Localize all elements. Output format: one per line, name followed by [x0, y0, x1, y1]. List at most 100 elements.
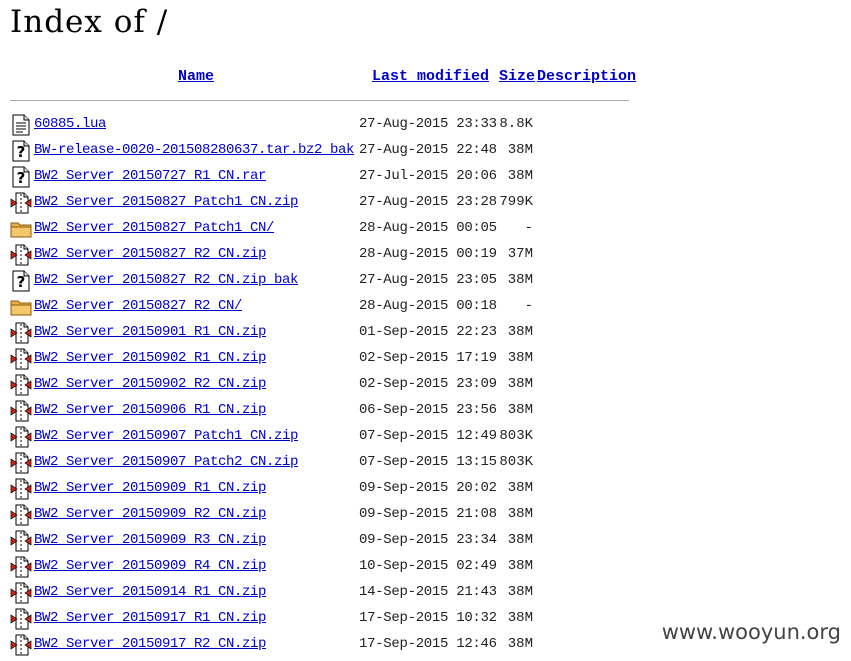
sort-by-description-link[interactable]: Description: [537, 68, 636, 85]
last-modified: 28-Aug-2015 00:05: [359, 220, 497, 236]
file-link[interactable]: BW2_Server_20150909_R3_CN.zip: [34, 532, 266, 548]
file-size: 38M: [507, 636, 533, 652]
file-link[interactable]: BW2_Server_20150917_R1_CN.zip: [34, 610, 266, 626]
last-modified: 10-Sep-2015 02:49: [359, 558, 497, 574]
compressed-file-icon: [10, 400, 32, 422]
text-file-icon: [10, 114, 32, 136]
svg-text:?: ?: [17, 169, 26, 187]
list-item: BW2_Server_20150909_R1_CN.zip 09-Sep-2015…: [0, 477, 640, 503]
file-link[interactable]: BW2_Server_20150902_R2_CN.zip: [34, 376, 266, 392]
last-modified: 28-Aug-2015 00:18: [359, 298, 497, 314]
file-size: 38M: [507, 402, 533, 418]
last-modified: 14-Sep-2015 21:43: [359, 584, 497, 600]
unknown-file-icon: ?: [10, 140, 32, 162]
file-link[interactable]: BW2_Server_20150909_R4_CN.zip: [34, 558, 266, 574]
file-link[interactable]: BW2_Server_20150827_Patch1_CN.zip: [34, 194, 298, 210]
last-modified: 01-Sep-2015 22:23: [359, 324, 497, 340]
unknown-file-icon: ?: [10, 166, 32, 188]
header-divider: [10, 100, 629, 101]
file-size: 38M: [507, 324, 533, 340]
file-size: 38M: [507, 610, 533, 626]
file-size: -: [524, 298, 533, 314]
file-size: 37M: [507, 246, 533, 262]
list-item: ? BW2_Server_20150827_R2_CN.zip_bak 27-Aug…: [0, 269, 640, 295]
last-modified: 27-Aug-2015 23:28: [359, 194, 497, 210]
list-item: BW2_Server_20150827_Patch1_CN/28-Aug-201…: [0, 217, 640, 243]
file-size: 38M: [507, 350, 533, 366]
list-item: BW2_Server_20150827_R2_CN/28-Aug-2015 00…: [0, 295, 640, 321]
file-link[interactable]: BW2_Server_20150914_R1_CN.zip: [34, 584, 266, 600]
list-item: BW2_Server_20150902_R1_CN.zip 02-Sep-2015…: [0, 347, 640, 373]
file-size: 38M: [507, 532, 533, 548]
file-size: 803K: [499, 454, 533, 470]
sort-by-name-link[interactable]: Name: [178, 68, 214, 85]
folder-icon: [10, 296, 32, 318]
file-size: 8.8K: [499, 116, 533, 132]
file-link[interactable]: 60885.lua: [34, 116, 106, 132]
file-link[interactable]: BW2_Server_20150827_Patch1_CN/: [34, 220, 274, 236]
svg-text:?: ?: [17, 273, 26, 291]
file-link[interactable]: BW2_Server_20150909_R1_CN.zip: [34, 480, 266, 496]
list-item: BW2_Server_20150906_R1_CN.zip 06-Sep-2015…: [0, 399, 640, 425]
list-item: ? BW2_Server_20150727_R1_CN.rar 27-Jul-201…: [0, 165, 640, 191]
file-link[interactable]: BW2_Server_20150827_R2_CN.zip: [34, 246, 266, 262]
last-modified: 07-Sep-2015 13:15: [359, 454, 497, 470]
list-item: BW2_Server_20150827_Patch1_CN.zip 27-Aug-…: [0, 191, 640, 217]
compressed-file-icon: [10, 348, 32, 370]
page-title: Index of /: [10, 4, 169, 40]
last-modified: 09-Sep-2015 23:34: [359, 532, 497, 548]
last-modified: 09-Sep-2015 20:02: [359, 480, 497, 496]
last-modified: 17-Sep-2015 10:32: [359, 610, 497, 626]
file-link[interactable]: BW-release-0020-201508280637.tar.bz2_bak: [34, 142, 354, 158]
file-size: 38M: [507, 506, 533, 522]
file-size: 38M: [507, 584, 533, 600]
file-size: 38M: [507, 480, 533, 496]
file-size: 38M: [507, 168, 533, 184]
compressed-file-icon: [10, 244, 32, 266]
file-link[interactable]: BW2_Server_20150907_Patch1_CN.zip: [34, 428, 298, 444]
file-listing: 60885.lua 27-Aug-2015 23:33 8.8K? BW-releas…: [0, 113, 640, 659]
last-modified: 27-Aug-2015 23:33: [359, 116, 497, 132]
list-item: BW2_Server_20150917_R1_CN.zip 17-Sep-2015…: [0, 607, 640, 633]
last-modified: 07-Sep-2015 12:49: [359, 428, 497, 444]
compressed-file-icon: [10, 608, 32, 630]
list-item: BW2_Server_20150901_R1_CN.zip 01-Sep-2015…: [0, 321, 640, 347]
sort-by-size-link[interactable]: Size: [499, 68, 535, 85]
file-size: 38M: [507, 376, 533, 392]
compressed-file-icon: [10, 452, 32, 474]
file-link[interactable]: BW2_Server_20150727_R1_CN.rar: [34, 168, 266, 184]
file-link[interactable]: BW2_Server_20150909_R2_CN.zip: [34, 506, 266, 522]
last-modified: 28-Aug-2015 00:19: [359, 246, 497, 262]
compressed-file-icon: [10, 504, 32, 526]
compressed-file-icon: [10, 530, 32, 552]
file-size: -: [524, 220, 533, 236]
file-size: 38M: [507, 142, 533, 158]
file-link[interactable]: BW2_Server_20150901_R1_CN.zip: [34, 324, 266, 340]
list-item: BW2_Server_20150907_Patch2_CN.zip 07-Sep-…: [0, 451, 640, 477]
file-link[interactable]: BW2_Server_20150902_R1_CN.zip: [34, 350, 266, 366]
file-size: 38M: [507, 558, 533, 574]
compressed-file-icon: [10, 582, 32, 604]
list-item: BW2_Server_20150909_R2_CN.zip 09-Sep-2015…: [0, 503, 640, 529]
last-modified: 27-Aug-2015 23:05: [359, 272, 497, 288]
file-size: 803K: [499, 428, 533, 444]
last-modified: 06-Sep-2015 23:56: [359, 402, 497, 418]
list-item: ? BW-release-0020-201508280637.tar.bz2_ba…: [0, 139, 640, 165]
file-link[interactable]: BW2_Server_20150827_R2_CN.zip_bak: [34, 272, 298, 288]
svg-text:?: ?: [17, 143, 26, 161]
last-modified: 09-Sep-2015 21:08: [359, 506, 497, 522]
list-item: BW2_Server_20150909_R3_CN.zip 09-Sep-2015…: [0, 529, 640, 555]
file-link[interactable]: BW2_Server_20150827_R2_CN/: [34, 298, 242, 314]
file-link[interactable]: BW2_Server_20150906_R1_CN.zip: [34, 402, 266, 418]
last-modified: 02-Sep-2015 17:19: [359, 350, 497, 366]
list-item: BW2_Server_20150907_Patch1_CN.zip 07-Sep-…: [0, 425, 640, 451]
list-item: BW2_Server_20150909_R4_CN.zip 10-Sep-2015…: [0, 555, 640, 581]
sort-by-last-modified-link[interactable]: Last modified: [372, 68, 489, 85]
folder-icon: [10, 218, 32, 240]
compressed-file-icon: [10, 192, 32, 214]
file-size: 799K: [499, 194, 533, 210]
watermark: www.wooyun.org: [661, 620, 841, 644]
list-item: BW2_Server_20150917_R2_CN.zip 17-Sep-2015…: [0, 633, 640, 659]
file-link[interactable]: BW2_Server_20150907_Patch2_CN.zip: [34, 454, 298, 470]
file-link[interactable]: BW2_Server_20150917_R2_CN.zip: [34, 636, 266, 652]
